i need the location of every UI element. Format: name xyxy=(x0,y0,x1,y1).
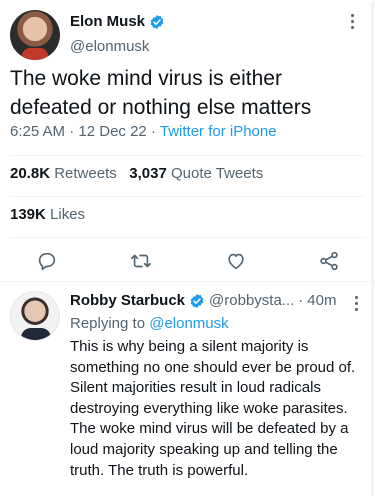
retweets-count: 20.8K xyxy=(10,165,51,182)
avatar-elon-musk[interactable] xyxy=(10,10,60,60)
replying-to-mention[interactable]: @elonmusk xyxy=(149,315,228,332)
reply-header: Robby Starbuck @robbysta... · 40m xyxy=(70,292,337,309)
tweet-separator xyxy=(0,281,375,282)
reply-time[interactable]: 40m xyxy=(307,292,336,309)
verified-badge-icon xyxy=(150,14,164,29)
reply-text: This is why being a silent majority is s… xyxy=(70,338,356,479)
retweet-button[interactable] xyxy=(126,246,156,276)
tweet-text: The woke mind virus is either defeated o… xyxy=(10,67,312,119)
quotes-count: 3,037 xyxy=(129,165,167,182)
divider xyxy=(10,155,365,156)
retweet-icon xyxy=(131,254,151,268)
replying-to: Replying to @elonmusk xyxy=(70,315,229,332)
tweet-date[interactable]: 12 Dec 22 xyxy=(78,123,146,140)
reply-author-handle[interactable]: @robbysta... xyxy=(209,292,294,309)
share-button[interactable] xyxy=(314,246,344,276)
likes-link[interactable]: 139K Likes xyxy=(10,206,85,223)
retweets-link[interactable]: 20.8K Retweets xyxy=(10,165,117,182)
likes-count: 139K xyxy=(10,206,46,223)
avatar-robby-starbuck[interactable] xyxy=(10,291,60,341)
scrollbar[interactable] xyxy=(371,1,374,496)
share-icon xyxy=(320,251,338,271)
divider xyxy=(10,196,365,197)
like-button[interactable] xyxy=(221,246,251,276)
quote-tweets-link[interactable]: 3,037 Quote Tweets xyxy=(129,165,263,182)
divider xyxy=(10,237,365,238)
likes-stats: 139K Likes xyxy=(10,206,85,223)
reply-icon xyxy=(38,252,56,271)
author-name-row: Elon Musk xyxy=(70,13,165,30)
retweet-stats: 20.8K Retweets 3,037 Quote Tweets xyxy=(10,165,263,182)
more-options-icon[interactable] xyxy=(351,14,355,30)
verified-badge-icon xyxy=(190,293,204,308)
like-icon xyxy=(228,253,244,270)
tweet-time[interactable]: 6:25 AM xyxy=(10,123,65,140)
reply-button[interactable] xyxy=(32,246,62,276)
more-options-icon[interactable] xyxy=(355,296,359,312)
tweet-meta: 6:25 AM · 12 Dec 22 · Twitter for iPhone xyxy=(10,123,277,140)
reply-author-name[interactable]: Robby Starbuck xyxy=(70,292,185,309)
author-handle[interactable]: @elonmusk xyxy=(70,38,149,55)
tweet-source[interactable]: Twitter for iPhone xyxy=(160,123,277,140)
author-name[interactable]: Elon Musk xyxy=(70,13,145,30)
action-bar xyxy=(0,246,375,276)
